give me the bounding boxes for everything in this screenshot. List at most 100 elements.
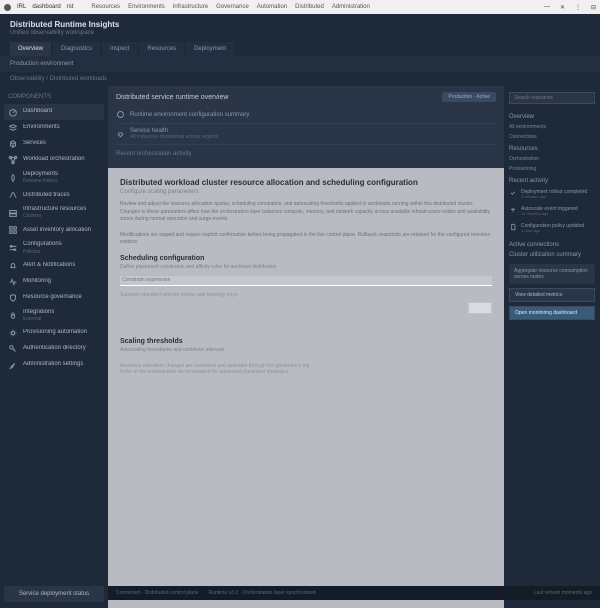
subheader: Production environment bbox=[0, 56, 600, 72]
more-icon[interactable]: ⋮ bbox=[575, 4, 581, 11]
panel-line: Autoscaling boundaries and cooldown inte… bbox=[120, 347, 492, 353]
tab-overview[interactable]: Overview bbox=[10, 42, 51, 56]
restore-icon[interactable]: ⊟ bbox=[591, 4, 596, 11]
menu-item[interactable]: Infrastructure bbox=[173, 4, 208, 10]
sidebar-item-bell[interactable]: Alert & Notifications bbox=[4, 258, 104, 274]
plug-icon bbox=[8, 310, 18, 320]
sidebar-item-label: Administration settings bbox=[23, 361, 83, 368]
menu-item[interactable]: Automation bbox=[257, 4, 287, 10]
rb-link[interactable]: All environments bbox=[509, 122, 595, 132]
sidebar-item-key[interactable]: Authentication directory bbox=[4, 341, 104, 357]
sidebar-item-label: Dashboard bbox=[23, 108, 52, 115]
close-icon[interactable]: ✕ bbox=[560, 4, 565, 11]
rocket-icon bbox=[8, 173, 18, 183]
bell-icon bbox=[8, 261, 18, 271]
panel-subtitle: Configure scaling parameters bbox=[120, 189, 492, 195]
layers-icon bbox=[8, 123, 18, 133]
nodes-icon bbox=[8, 155, 18, 165]
sidebar-item-sliders[interactable]: ConfigurationsPolicies bbox=[4, 238, 104, 257]
constraint-input[interactable] bbox=[120, 276, 492, 286]
status-connection: Connected · Distributed control plane bbox=[116, 590, 199, 596]
sidebar-item-gear[interactable]: Provisioning automation bbox=[4, 325, 104, 341]
sidebar-item-label: Resource governance bbox=[23, 294, 82, 301]
heart-icon bbox=[116, 130, 125, 139]
check-icon bbox=[509, 189, 517, 197]
app-menu: Resources Environments Infrastructure Go… bbox=[91, 4, 369, 10]
gauge-icon bbox=[8, 107, 18, 117]
panel-title: Distributed workload cluster resource al… bbox=[120, 178, 492, 187]
cube-icon bbox=[8, 139, 18, 149]
search-input[interactable] bbox=[509, 92, 595, 104]
panel-section-heading: Scaling thresholds bbox=[120, 338, 492, 345]
menu-item[interactable]: Governance bbox=[216, 4, 249, 10]
sidebar-item-label: Asset inventory allocation bbox=[23, 227, 91, 234]
sidebar-item-nodes[interactable]: Workload orchestration bbox=[4, 152, 104, 168]
sidebar-item-layers[interactable]: Environments bbox=[4, 120, 104, 136]
sidebar-item-label: Services bbox=[23, 140, 46, 147]
sidebar-item-label: Infrastructure resourcesClusters bbox=[23, 206, 86, 219]
minimize-icon[interactable]: — bbox=[544, 4, 550, 11]
sidebar-item-wrench[interactable]: Administration settings bbox=[4, 357, 104, 373]
doc-ext: rst bbox=[67, 4, 74, 10]
sidebar-item-shield[interactable]: Resource governance bbox=[4, 290, 104, 306]
sliders-icon bbox=[8, 243, 18, 253]
info-label: Service health All instances operational… bbox=[130, 128, 218, 140]
rb-link[interactable]: Provisioning bbox=[509, 164, 595, 174]
sidebar-item-rocket[interactable]: DeploymentsRelease history bbox=[4, 168, 104, 187]
app-icon bbox=[4, 4, 11, 11]
tab-deployment[interactable]: Deployment bbox=[186, 42, 234, 56]
info-row: Service health All instances operational… bbox=[116, 124, 496, 145]
info-row: Runtime environment configuration summar… bbox=[116, 106, 496, 124]
rb-heading: Recent activity bbox=[509, 178, 595, 184]
page-title: Distributed Runtime Insights bbox=[10, 20, 590, 29]
wrench-icon bbox=[8, 360, 18, 370]
sidebar-item-label: Monitoring bbox=[23, 278, 51, 285]
activity-item[interactable]: Autoscale event triggered14 minutes ago bbox=[509, 203, 595, 220]
activity-item[interactable]: Deployment rollout completed2 minutes ag… bbox=[509, 186, 595, 203]
input-hint: Supports standard selector syntax and to… bbox=[120, 292, 492, 298]
rb-heading: Resources bbox=[509, 146, 595, 152]
menu-item[interactable]: Environments bbox=[128, 4, 165, 10]
gear-icon bbox=[8, 328, 18, 338]
sidebar-item-label: Environments bbox=[23, 124, 60, 131]
activity-item[interactable]: Configuration policy updated1 hour ago bbox=[509, 220, 595, 237]
activity-label: Configuration policy updated1 hour ago bbox=[521, 223, 584, 234]
sidebar-item-pulse[interactable]: Monitoring bbox=[4, 274, 104, 290]
view-metrics-button[interactable]: View detailed metrics bbox=[509, 288, 595, 302]
section-label: Recent orchestration activity bbox=[116, 151, 496, 157]
menu-item[interactable]: Resources bbox=[91, 4, 120, 10]
panel-footnote: Refer to the orchestration documentation… bbox=[120, 369, 492, 375]
main-panel: Distributed service runtime overview Pro… bbox=[108, 86, 504, 608]
app-header: Distributed Runtime Insights Unified obs… bbox=[0, 14, 600, 56]
tab-inspect[interactable]: Inspect bbox=[102, 42, 137, 56]
breadcrumb: Observability / Distributed workloads bbox=[0, 72, 600, 86]
app-name: IRL bbox=[17, 4, 26, 10]
sidebar-item-cube[interactable]: Services bbox=[4, 136, 104, 152]
rb-summary-box: Aggregate resource consumption across no… bbox=[509, 264, 595, 284]
sidebar-item-route[interactable]: Distributed traces bbox=[4, 187, 104, 203]
sidebar-item-label: ConfigurationsPolicies bbox=[23, 241, 62, 254]
menu-item[interactable]: Distributed bbox=[295, 4, 324, 10]
tab-diagnostics[interactable]: Diagnostics bbox=[53, 42, 100, 56]
sidebar-item-label: Provisioning automation bbox=[23, 329, 87, 336]
sidebar-item-plug[interactable]: IntegrationsExternal bbox=[4, 306, 104, 325]
rb-stat-label: Active connections bbox=[509, 242, 595, 248]
sidebar-item-label: Authentication directory bbox=[23, 345, 86, 352]
open-dashboard-button[interactable]: Open monitoring dashboard bbox=[509, 306, 595, 320]
rb-link[interactable]: Connections bbox=[509, 132, 595, 142]
menu-item[interactable]: Administration bbox=[332, 4, 370, 10]
sidebar-item-gauge[interactable]: Dashboard bbox=[4, 104, 104, 120]
sidebar-item-server[interactable]: Infrastructure resourcesClusters bbox=[4, 203, 104, 222]
sidebar-item-grid[interactable]: Asset inventory allocation bbox=[4, 222, 104, 238]
rb-heading: Overview bbox=[509, 114, 595, 120]
status-bar: Connected · Distributed control plane Ru… bbox=[108, 586, 600, 600]
route-icon bbox=[8, 190, 18, 200]
scale-icon bbox=[509, 206, 517, 214]
rb-heading: Cluster utilization summary bbox=[509, 252, 595, 258]
tab-resources[interactable]: Resources bbox=[139, 42, 184, 56]
main-title: Distributed service runtime overview bbox=[116, 94, 228, 101]
sidebar-item-label: DeploymentsRelease history bbox=[23, 171, 58, 184]
apply-button[interactable] bbox=[468, 302, 492, 314]
right-panel: Overview All environments Connections Re… bbox=[504, 86, 600, 608]
rb-link[interactable]: Orchestration bbox=[509, 154, 595, 164]
